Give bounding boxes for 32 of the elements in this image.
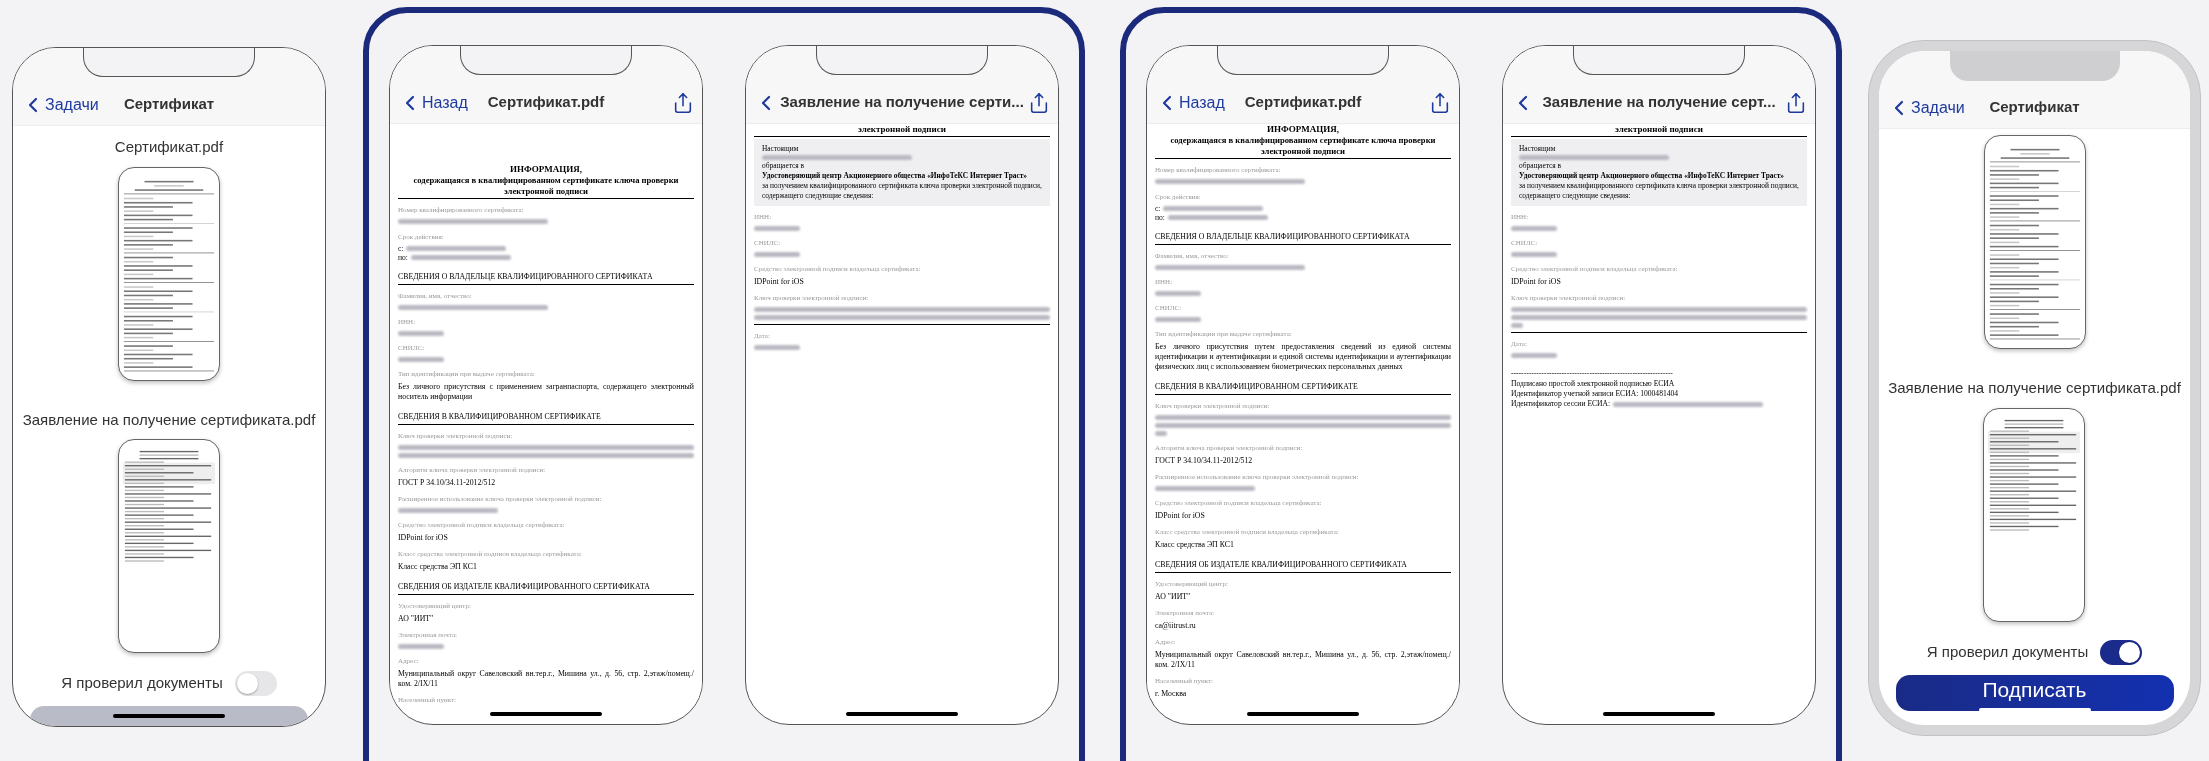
sign-button[interactable]: Подписать	[1895, 674, 2174, 711]
screen-title: Сертификат.pdf	[1244, 92, 1362, 113]
share-icon[interactable]	[1028, 91, 1050, 114]
document-subtitle: содержащаяся в квалифицированном сертификате ключа проверки электронной подписи	[1169, 135, 1437, 157]
document-title: электронной подписи	[857, 124, 947, 135]
screen-title: Заявление на получение серт...	[1542, 92, 1776, 113]
share-icon[interactable]	[1429, 91, 1451, 114]
document-subtitle: содержащаяся в квалифицированном сертификате ключа проверки электронной подписи	[412, 175, 680, 197]
document-name[interactable]: Заявление на получение сертификата.pdf	[22, 408, 316, 431]
toggle-label: Я проверил документы	[1926, 641, 2089, 662]
document-thumbnail[interactable]	[118, 439, 220, 653]
back-button[interactable]: Задачи	[1887, 95, 1965, 120]
document-title: ИНФОРМАЦИЯ,	[1266, 124, 1340, 135]
screen-title: Сертификат	[1989, 97, 2080, 118]
document-thumbnail[interactable]	[118, 166, 220, 381]
document-name[interactable]: Заявление на получение сертификата.pdf	[1888, 377, 2181, 400]
document-title: ИНФОРМАЦИЯ,	[509, 164, 583, 175]
document-title: электронной подписи	[1614, 124, 1704, 135]
document-thumbnail[interactable]	[1983, 407, 2086, 622]
back-button[interactable]: Назад	[398, 90, 468, 115]
share-icon[interactable]	[672, 91, 694, 114]
screen-title: Заявление на получение серти...	[780, 92, 1024, 113]
document-thumbnail[interactable]	[1983, 135, 2086, 349]
screen-title: Сертификат.pdf	[487, 92, 605, 113]
back-button[interactable]: Задачи	[21, 92, 99, 117]
document-name[interactable]: Сертификат.pdf	[114, 136, 224, 159]
back-button[interactable]: Назад	[1155, 90, 1225, 115]
toggle-switch[interactable]	[2100, 639, 2143, 665]
toggle-label: Я проверил документы	[61, 673, 223, 694]
share-icon[interactable]	[1785, 91, 1807, 114]
toggle-switch[interactable]	[234, 671, 277, 696]
screen-title: Сертификат	[123, 94, 215, 115]
